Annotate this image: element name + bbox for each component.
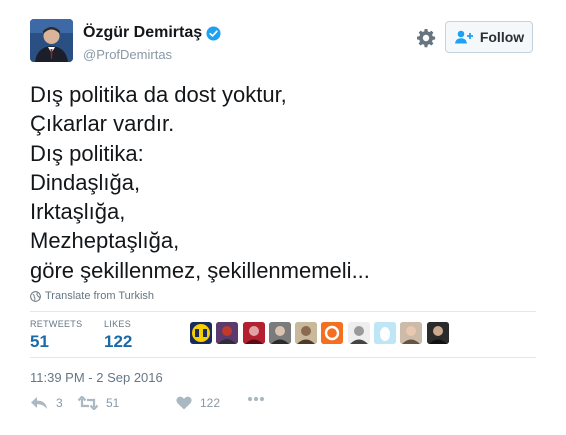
- retweets-label: RETWEETS: [30, 319, 83, 329]
- liker-avatar[interactable]: [190, 322, 212, 344]
- globe-icon: [30, 290, 41, 302]
- reply-icon: [31, 397, 47, 409]
- tweet-line: Çıkarlar vardır.: [30, 111, 175, 137]
- like-button[interactable]: 122: [176, 396, 220, 410]
- liker-avatar[interactable]: [295, 322, 318, 344]
- retweets-value: 51: [30, 332, 49, 351]
- follow-button[interactable]: Follow: [445, 21, 533, 53]
- liker-avatar[interactable]: [242, 322, 265, 344]
- like-count: 122: [200, 396, 221, 410]
- liker-avatar[interactable]: [216, 322, 239, 344]
- tweet-line: Dış politika da dost yoktur,: [30, 82, 287, 107]
- tweet-card: Özgür Demirtaş @ProfDemirtas Follow Dış …: [0, 0, 566, 435]
- verified-badge-icon: [206, 25, 221, 41]
- liker-avatar[interactable]: [321, 322, 344, 344]
- liker-avatar[interactable]: [400, 322, 423, 344]
- divider: [30, 311, 536, 312]
- liker-avatar[interactable]: [268, 322, 291, 344]
- reply-count: 3: [56, 396, 63, 410]
- more-dots-icon: [247, 396, 265, 402]
- more-button[interactable]: [247, 396, 273, 402]
- likes-stat[interactable]: LIKES 122: [104, 319, 132, 352]
- retweets-stat[interactable]: RETWEETS 51: [30, 319, 82, 352]
- retweet-count: 51: [106, 396, 120, 410]
- tweet-line: Dış politika:: [30, 140, 144, 166]
- liker-avatar[interactable]: [374, 322, 397, 344]
- tweet-line: Irktaşlığa,: [30, 199, 126, 225]
- heart-icon: [176, 396, 192, 410]
- tweet-line: göre şekillenmez, şekillenmemeli...: [30, 257, 370, 283]
- display-name[interactable]: Özgür Demirtaş: [83, 24, 202, 42]
- likes-value: 122: [104, 332, 133, 351]
- reply-button[interactable]: 3: [30, 396, 63, 410]
- tweet-text: Dış politika da dost yoktur, Çıkarlar var…: [30, 80, 370, 285]
- divider: [30, 357, 536, 358]
- follow-label: Follow: [479, 29, 525, 45]
- tweet-line: Mezheptaşlığa,: [30, 228, 180, 254]
- retweet-icon: [78, 396, 98, 410]
- gear-icon[interactable]: [416, 28, 436, 48]
- add-user-icon: [454, 30, 473, 44]
- translate-link[interactable]: Translate from Turkish: [30, 290, 154, 302]
- tweet-line: Dindaşlığa,: [30, 169, 141, 195]
- retweet-button[interactable]: 51: [78, 396, 119, 410]
- liker-avatar[interactable]: [426, 322, 449, 344]
- liker-avatar[interactable]: [347, 322, 370, 344]
- tweet-timestamp[interactable]: 11:39 PM - 2 Sep 2016: [30, 370, 163, 385]
- avatar[interactable]: [30, 19, 73, 62]
- user-handle[interactable]: @ProfDemirtas: [83, 47, 172, 62]
- liker-avatars: [190, 322, 453, 344]
- likes-label: LIKES: [104, 319, 132, 329]
- translate-label: Translate from Turkish: [45, 290, 155, 302]
